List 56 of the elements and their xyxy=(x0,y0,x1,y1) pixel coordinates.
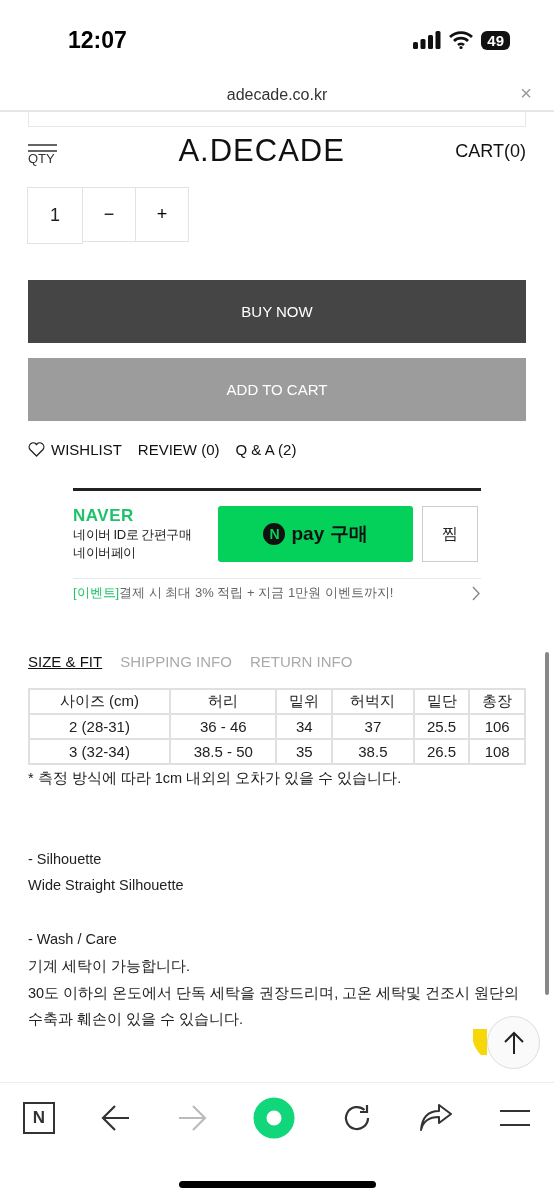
menu-button[interactable] xyxy=(499,1108,531,1128)
naver-brand: NAVER xyxy=(73,506,135,526)
table-cell: 106 xyxy=(469,714,525,739)
n-logo-icon: N xyxy=(263,523,286,545)
table-cell: 34 xyxy=(276,714,333,739)
menu-icon[interactable] xyxy=(28,144,57,152)
table-cell: 37 xyxy=(332,714,414,739)
scrollbar[interactable] xyxy=(545,652,549,995)
table-header-cell: 허벅지 xyxy=(332,689,414,714)
battery-level: 49 xyxy=(481,30,510,50)
table-header-cell: 사이즈 (cm) xyxy=(29,689,171,714)
table-cell: 25.5 xyxy=(413,714,470,739)
scroll-top-button[interactable] xyxy=(487,1016,540,1069)
chevron-right-icon[interactable] xyxy=(472,585,481,601)
table-cell: 2 (28-31) xyxy=(29,714,171,739)
back-button[interactable] xyxy=(101,1104,131,1132)
url-text: adecade.co.kr xyxy=(226,86,328,104)
wishlist-link[interactable]: WISHLIST xyxy=(28,441,122,458)
status-time: 12:07 xyxy=(68,26,127,54)
signal-icon xyxy=(413,31,442,49)
table-header-cell: 총장 xyxy=(469,689,525,714)
share-button[interactable] xyxy=(419,1104,453,1132)
qty-label: QTY xyxy=(28,151,55,166)
cart-link[interactable]: CART(0) xyxy=(455,140,526,162)
tab-link[interactable]: REVIEW (0) xyxy=(137,441,220,458)
arrow-up-icon xyxy=(502,1030,525,1055)
detail-text: Wide Straight Silhouette xyxy=(28,876,185,896)
wifi-icon xyxy=(449,31,474,49)
buy-now-button[interactable]: BUY NOW xyxy=(28,280,526,343)
table-header-cell: 밑위 xyxy=(276,689,333,714)
table-cell: 26.5 xyxy=(413,739,470,764)
detail-text: 30도 이하의 온도에서 단독 세탁을 권장드리며, 고온 세탁및 건조시 원단의 수축과 훼손이 있을 수 있습니다. xyxy=(28,983,521,1030)
zzim-button[interactable]: 찜 xyxy=(422,506,478,562)
minus-button[interactable]: − xyxy=(82,187,136,242)
table-cell: 38.5 xyxy=(332,739,414,764)
logo[interactable]: A.DECADE xyxy=(178,133,345,169)
table-cell: 3 (32-34) xyxy=(29,739,171,764)
npay-button[interactable]: N pay 구매 xyxy=(218,506,413,562)
table-cell: 36 - 46 xyxy=(170,714,277,739)
event-text[interactable]: [이벤트]결제 시 최대 3% 적립 + 지금 1만원 이벤트까지! xyxy=(73,584,394,602)
measurement-note: * 측정 방식에 따라 1cm 내외의 오차가 있을 수 있습니다. xyxy=(28,769,403,788)
info-tab[interactable]: SIZE & FIT xyxy=(28,653,103,670)
table-cell: 108 xyxy=(469,739,525,764)
detail-heading: - Silhouette xyxy=(28,849,103,869)
table-cell: 38.5 - 50 xyxy=(170,739,277,764)
naver-button[interactable]: N xyxy=(23,1102,55,1134)
heart-icon xyxy=(28,442,45,457)
tab-link[interactable]: Q & A (2) xyxy=(235,441,297,458)
detail-text: 기계 세탁이 가능합니다. xyxy=(28,956,192,976)
detail-heading: - Wash / Care xyxy=(28,930,118,950)
naver-caption: 네이버페이 xyxy=(73,544,137,562)
table-header-cell: 밑단 xyxy=(413,689,470,714)
table-header-cell: 허리 xyxy=(170,689,277,714)
plus-button[interactable]: + xyxy=(135,187,189,242)
table-cell: 35 xyxy=(276,739,333,764)
naver-caption: 네이버 ID로 간편구매 xyxy=(73,526,193,544)
